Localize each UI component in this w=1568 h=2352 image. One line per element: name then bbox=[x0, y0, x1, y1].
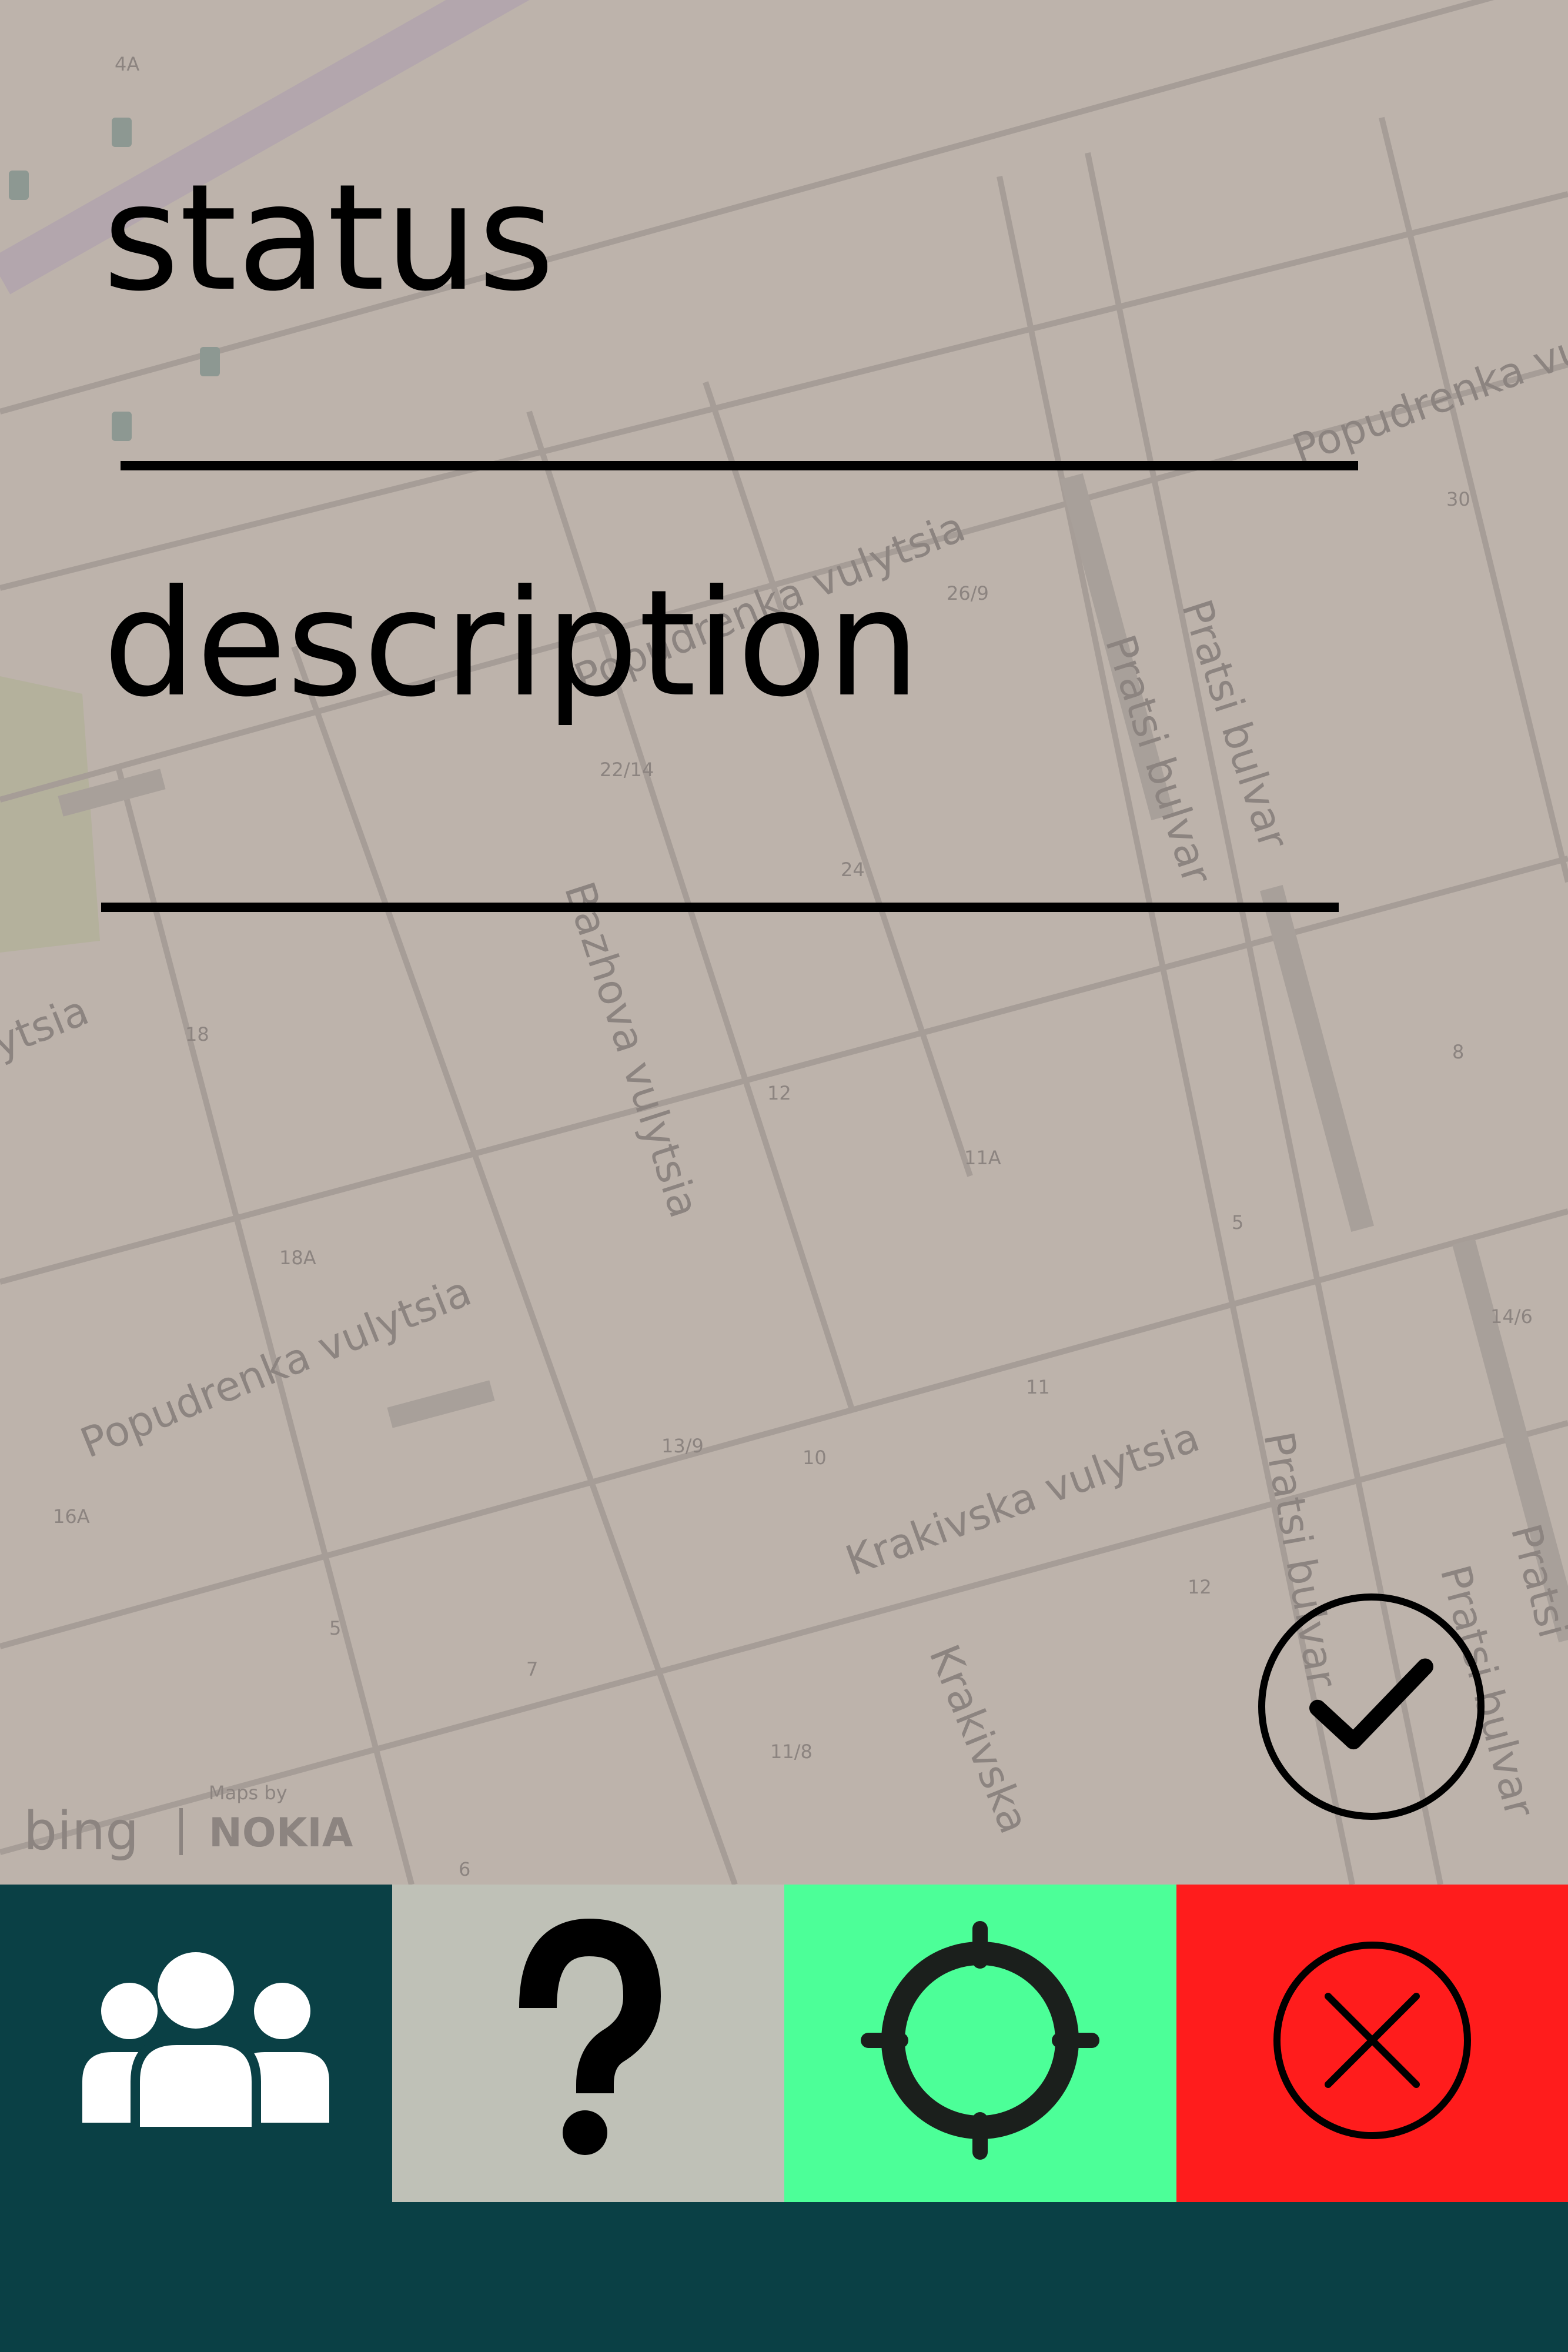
map-house-number: 8 bbox=[1452, 1041, 1464, 1063]
description-label: description bbox=[103, 558, 921, 729]
checkmark-icon bbox=[1309, 1658, 1433, 1750]
confirm-button[interactable] bbox=[1258, 1593, 1485, 1820]
map-house-number: 26/9 bbox=[947, 582, 989, 604]
map-house-number: 18A bbox=[279, 1247, 316, 1269]
status-field[interactable] bbox=[121, 461, 1358, 470]
map-house-number: 12 bbox=[1188, 1576, 1212, 1598]
bing-logo: bing bbox=[24, 1800, 139, 1862]
map-house-number: 7 bbox=[526, 1658, 538, 1681]
close-circle-icon bbox=[1273, 1942, 1471, 2139]
map-house-number: 18 bbox=[185, 1023, 209, 1045]
help-button[interactable] bbox=[392, 1885, 784, 2202]
question-mark-icon bbox=[519, 1918, 661, 2155]
map-house-number: 22/14 bbox=[600, 759, 654, 781]
map-house-number: 13/9 bbox=[661, 1435, 704, 1457]
map-house-number: 24 bbox=[841, 858, 865, 881]
status-label: status bbox=[103, 152, 555, 323]
map-house-number: 6 bbox=[459, 1858, 470, 1880]
people-group-icon bbox=[82, 1952, 329, 2136]
maps-by-label: Maps by bbox=[209, 1782, 287, 1804]
map-house-number: 11 bbox=[1026, 1376, 1050, 1398]
crosshair-icon bbox=[861, 1921, 1099, 2160]
nokia-logo: NOKIA bbox=[209, 1810, 353, 1856]
map-house-number: 4A bbox=[115, 53, 139, 75]
people-button[interactable] bbox=[0, 1885, 392, 2202]
map-house-number: 11A bbox=[964, 1147, 1001, 1169]
description-field[interactable] bbox=[101, 903, 1339, 912]
map-house-number: 5 bbox=[329, 1617, 341, 1639]
map-house-number: 14/6 bbox=[1490, 1305, 1533, 1328]
bottom-toolbar bbox=[0, 1885, 1568, 2352]
locate-button[interactable] bbox=[784, 1885, 1176, 2202]
map-house-number: 12 bbox=[767, 1082, 791, 1104]
bottom-bar bbox=[0, 2202, 1568, 2352]
cancel-button[interactable] bbox=[1176, 1885, 1568, 2202]
map-house-number: 30 bbox=[1446, 488, 1470, 510]
map-house-number: 16A bbox=[53, 1505, 90, 1528]
map-house-number: 11/8 bbox=[770, 1740, 813, 1763]
map-house-number: 10 bbox=[803, 1446, 827, 1469]
map-house-number: 5 bbox=[1232, 1211, 1243, 1234]
